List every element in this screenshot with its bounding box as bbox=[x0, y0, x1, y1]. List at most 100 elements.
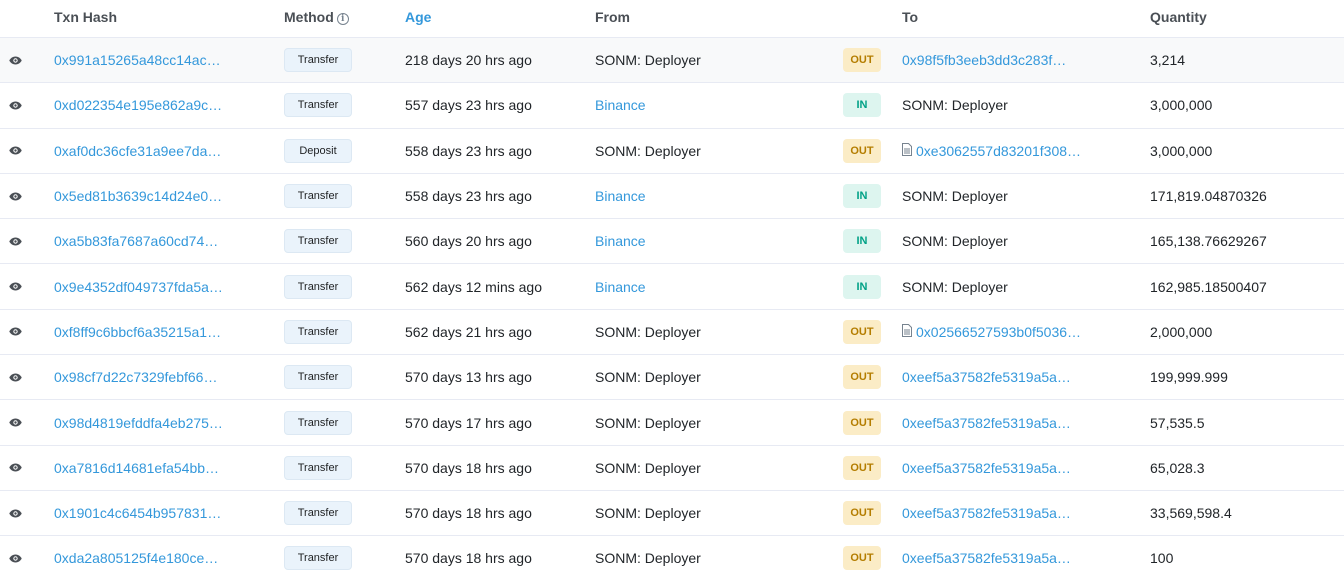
age-text: 558 days 23 hrs ago bbox=[405, 142, 532, 159]
to-address[interactable]: 0xeef5a37582fe5319a5a… bbox=[902, 415, 1071, 431]
to-address: SONM: Deployer bbox=[902, 278, 1008, 295]
method-badge: Transfer bbox=[284, 93, 352, 118]
direction-badge: OUT bbox=[843, 319, 881, 344]
to-address[interactable]: 0x02566527593b0f5036… bbox=[916, 324, 1081, 340]
method-badge: Transfer bbox=[284, 229, 352, 254]
table-row: 0xf8ff9c6bbcf6a35215a1… Transfer 562 days … bbox=[0, 310, 1344, 356]
method-badge: Transfer bbox=[284, 546, 352, 571]
header-method-label: Method bbox=[284, 9, 334, 25]
eye-icon[interactable] bbox=[4, 276, 26, 298]
direction-badge: OUT bbox=[843, 546, 881, 571]
eye-icon[interactable] bbox=[4, 321, 26, 343]
eye-icon[interactable] bbox=[4, 94, 26, 116]
eye-icon[interactable] bbox=[4, 457, 26, 479]
table-row: 0xd022354e195e862a9c… Transfer 557 days 23… bbox=[0, 83, 1344, 129]
txn-hash-link[interactable]: 0xaf0dc36cfe31a9ee7da… bbox=[54, 143, 221, 159]
quantity-value: 3,000,000 bbox=[1150, 142, 1213, 159]
age-text: 570 days 18 hrs ago bbox=[405, 505, 532, 522]
table-row: 0x991a15265a48cc14ac… Transfer 218 days 20… bbox=[0, 38, 1344, 84]
age-text: 570 days 18 hrs ago bbox=[405, 459, 532, 476]
to-address-cell: 0xeef5a37582fe5319a5a… bbox=[902, 369, 1071, 385]
to-address[interactable]: 0x98f5fb3eeb3dd3c283f… bbox=[902, 52, 1066, 68]
info-icon[interactable]: i bbox=[336, 13, 349, 25]
method-badge: Transfer bbox=[284, 501, 352, 526]
txn-hash-link[interactable]: 0x5ed81b3639c14d24e0… bbox=[54, 188, 222, 204]
quantity-value: 165,138.76629267 bbox=[1150, 233, 1267, 250]
age-text: 570 days 18 hrs ago bbox=[405, 550, 532, 567]
from-address[interactable]: Binance bbox=[595, 97, 646, 113]
table-row: 0x98cf7d22c7329febf66… Transfer 570 days 1… bbox=[0, 355, 1344, 401]
to-address[interactable]: 0xeef5a37582fe5319a5a… bbox=[902, 369, 1071, 385]
to-address-cell: 0xeef5a37582fe5319a5a… bbox=[902, 415, 1071, 431]
to-address-cell: 0xeef5a37582fe5319a5a… bbox=[902, 550, 1071, 566]
to-address[interactable]: 0xe3062557d83201f308… bbox=[916, 143, 1081, 159]
to-address[interactable]: 0xeef5a37582fe5319a5a… bbox=[902, 505, 1071, 521]
header-method: Method i bbox=[284, 9, 349, 25]
from-address[interactable]: Binance bbox=[595, 233, 646, 249]
from-address[interactable]: Binance bbox=[595, 279, 646, 295]
method-badge: Transfer bbox=[284, 365, 352, 390]
txn-hash-link[interactable]: 0x98cf7d22c7329febf66… bbox=[54, 369, 217, 385]
age-text: 560 days 20 hrs ago bbox=[405, 233, 532, 250]
method-badge: Transfer bbox=[284, 455, 352, 480]
quantity-value: 162,985.18500407 bbox=[1150, 278, 1267, 295]
method-badge: Transfer bbox=[284, 184, 352, 209]
eye-icon[interactable] bbox=[4, 140, 26, 162]
eye-icon[interactable] bbox=[4, 547, 26, 569]
from-address: SONM: Deployer bbox=[595, 142, 701, 159]
direction-badge: IN bbox=[843, 93, 881, 118]
from-address: SONM: Deployer bbox=[595, 52, 701, 69]
table-row: 0xaf0dc36cfe31a9ee7da… Deposit 558 days 23… bbox=[0, 129, 1344, 174]
table-row: 0xa7816d14681efa54bb… Transfer 570 days 18… bbox=[0, 446, 1344, 491]
direction-badge: OUT bbox=[843, 501, 881, 526]
eye-icon[interactable] bbox=[4, 185, 26, 207]
from-address: SONM: Deployer bbox=[595, 459, 701, 476]
txn-hash-link[interactable]: 0xd022354e195e862a9c… bbox=[54, 97, 222, 113]
from-address: SONM: Deployer bbox=[595, 550, 701, 567]
txn-hash-link[interactable]: 0xa7816d14681efa54bb… bbox=[54, 460, 219, 476]
to-address[interactable]: 0xeef5a37582fe5319a5a… bbox=[902, 550, 1071, 566]
from-address: SONM: Deployer bbox=[595, 505, 701, 522]
direction-badge: IN bbox=[843, 184, 881, 209]
txn-hash-link[interactable]: 0x9e4352df049737fda5a… bbox=[54, 279, 223, 295]
table-row: 0x9e4352df049737fda5a… Transfer 562 days 1… bbox=[0, 264, 1344, 310]
age-text: 558 days 23 hrs ago bbox=[405, 188, 532, 205]
table-row: 0x1901c4c6454b957831… Transfer 570 days 18… bbox=[0, 491, 1344, 537]
age-text: 570 days 17 hrs ago bbox=[405, 414, 532, 431]
to-address: SONM: Deployer bbox=[902, 188, 1008, 205]
header-to: To bbox=[902, 9, 919, 25]
method-badge: Transfer bbox=[284, 48, 352, 73]
eye-icon[interactable] bbox=[4, 49, 26, 71]
quantity-value: 2,000,000 bbox=[1150, 323, 1213, 340]
to-address-cell: 0x98f5fb3eeb3dd3c283f… bbox=[902, 52, 1066, 68]
table-row: 0x98d4819efddfa4eb275… Transfer 570 days 1… bbox=[0, 400, 1344, 446]
quantity-value: 3,214 bbox=[1150, 52, 1186, 69]
eye-icon[interactable] bbox=[4, 412, 26, 434]
eye-icon[interactable] bbox=[4, 230, 26, 252]
age-text: 557 days 23 hrs ago bbox=[405, 97, 532, 114]
quantity-value: 171,819.04870326 bbox=[1150, 188, 1267, 205]
direction-badge: OUT bbox=[843, 138, 881, 163]
quantity-value: 65,028.3 bbox=[1150, 459, 1205, 476]
direction-badge: OUT bbox=[843, 48, 881, 73]
txn-hash-link[interactable]: 0xda2a805125f4e180ce… bbox=[54, 550, 218, 566]
header-age[interactable]: Age bbox=[405, 9, 431, 25]
txn-hash-link[interactable]: 0x1901c4c6454b957831… bbox=[54, 505, 221, 521]
quantity-value: 100 bbox=[1150, 550, 1174, 567]
txn-hash-link[interactable]: 0x98d4819efddfa4eb275… bbox=[54, 415, 223, 431]
table-row: 0xda2a805125f4e180ce… Transfer 570 days 18… bbox=[0, 536, 1344, 575]
txn-hash-link[interactable]: 0xf8ff9c6bbcf6a35215a1… bbox=[54, 324, 221, 340]
txn-hash-link[interactable]: 0x991a15265a48cc14ac… bbox=[54, 52, 221, 68]
method-badge: Transfer bbox=[284, 319, 352, 344]
header-from: From bbox=[595, 9, 630, 25]
to-address[interactable]: 0xeef5a37582fe5319a5a… bbox=[902, 460, 1071, 476]
method-badge: Transfer bbox=[284, 410, 352, 435]
method-badge: Deposit bbox=[284, 138, 352, 163]
from-address[interactable]: Binance bbox=[595, 188, 646, 204]
method-badge: Transfer bbox=[284, 274, 352, 299]
to-address-cell: 0x02566527593b0f5036… bbox=[902, 323, 1081, 340]
eye-icon[interactable] bbox=[4, 366, 26, 388]
table-row: 0x5ed81b3639c14d24e0… Transfer 558 days 23… bbox=[0, 174, 1344, 220]
eye-icon[interactable] bbox=[4, 502, 26, 524]
txn-hash-link[interactable]: 0xa5b83fa7687a60cd74… bbox=[54, 233, 218, 249]
